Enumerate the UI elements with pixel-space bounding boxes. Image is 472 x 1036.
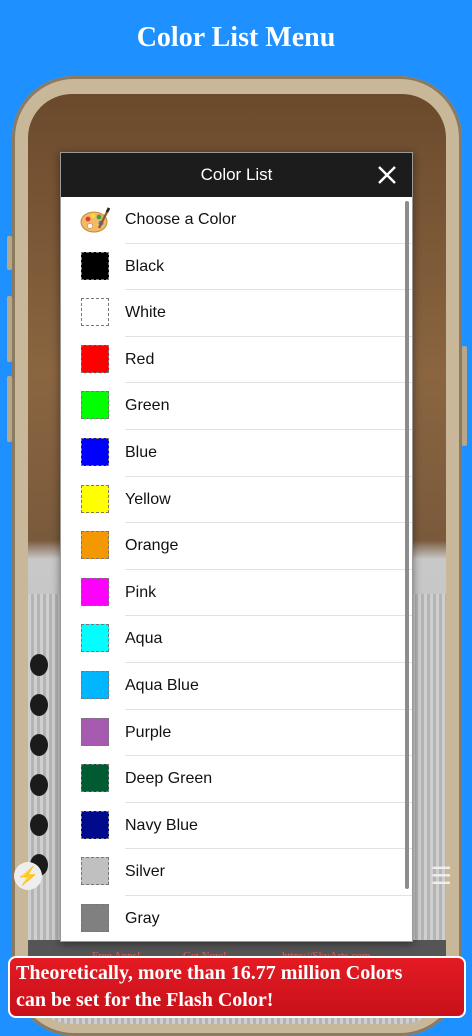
color-swatch (81, 531, 109, 560)
menu-icon[interactable]: ☰ (430, 862, 452, 891)
color-swatch (81, 484, 109, 513)
choose-color-item: Choose a Color (61, 197, 412, 244)
color-item[interactable]: Aqua (61, 616, 412, 663)
color-swatch (81, 857, 109, 886)
color-item[interactable]: Navy Blue (61, 803, 412, 850)
color-label: Navy Blue (125, 816, 198, 834)
color-item[interactable]: Blue (61, 430, 412, 477)
color-item[interactable]: Yellow (61, 477, 412, 524)
color-list-dialog: Color List Choose a Color Black White Red G (60, 152, 413, 942)
color-swatch (81, 437, 109, 466)
color-item[interactable]: Deep Green (61, 756, 412, 803)
color-label: Silver (125, 863, 166, 881)
color-swatch (81, 903, 109, 932)
color-label: Blue (125, 443, 158, 461)
color-swatch (81, 251, 109, 280)
color-swatch (81, 810, 109, 839)
promo-banner: Theoretically, more than 16.77 million C… (8, 956, 466, 1018)
color-swatch (81, 670, 109, 699)
dialog-header: Color List (61, 153, 412, 197)
color-label: Yellow (125, 490, 171, 508)
color-list: Choose a Color Black White Red Green Blue Yel… (61, 197, 412, 941)
color-item[interactable]: Orange (61, 523, 412, 570)
color-item[interactable]: White (61, 290, 412, 337)
color-swatch (81, 391, 109, 420)
color-swatch (81, 298, 109, 327)
color-label: Aqua Blue (125, 676, 199, 694)
scrollbar[interactable] (405, 201, 409, 889)
color-label: Red (125, 350, 155, 368)
choose-color-label: Choose a Color (125, 211, 237, 228)
banner-line-1: Theoretically, more than 16.77 million C… (16, 962, 403, 984)
color-label: Pink (125, 583, 157, 601)
color-label: Black (125, 257, 165, 275)
close-button[interactable] (372, 160, 402, 190)
close-icon (378, 166, 396, 184)
promo-title: Color List Menu (136, 22, 336, 53)
color-label: Green (125, 397, 170, 415)
color-item[interactable]: Black (61, 244, 412, 291)
color-swatch (81, 344, 109, 373)
color-label: Gray (125, 909, 160, 927)
color-item[interactable]: Green (61, 383, 412, 430)
color-label: Deep Green (125, 770, 213, 788)
flash-icon[interactable]: ⚡ (14, 862, 42, 890)
color-swatch (81, 577, 109, 606)
color-label: Purple (125, 723, 172, 741)
color-swatch (81, 764, 109, 793)
color-label: Aqua (125, 630, 163, 648)
color-item[interactable]: Silver (61, 849, 412, 896)
dialog-title: Color List (200, 165, 273, 184)
color-item[interactable]: Gray (61, 896, 412, 941)
color-item[interactable]: Red (61, 337, 412, 384)
banner-line-2: can be set for the Flash Color! (16, 989, 274, 1011)
color-swatch (81, 624, 109, 653)
palette-icon (80, 207, 111, 233)
color-label: Orange (125, 537, 179, 555)
color-label: White (125, 304, 166, 322)
color-item[interactable]: Purple (61, 710, 412, 757)
color-item[interactable]: Pink (61, 570, 412, 617)
color-item[interactable]: Aqua Blue (61, 663, 412, 710)
color-swatch (81, 717, 109, 746)
